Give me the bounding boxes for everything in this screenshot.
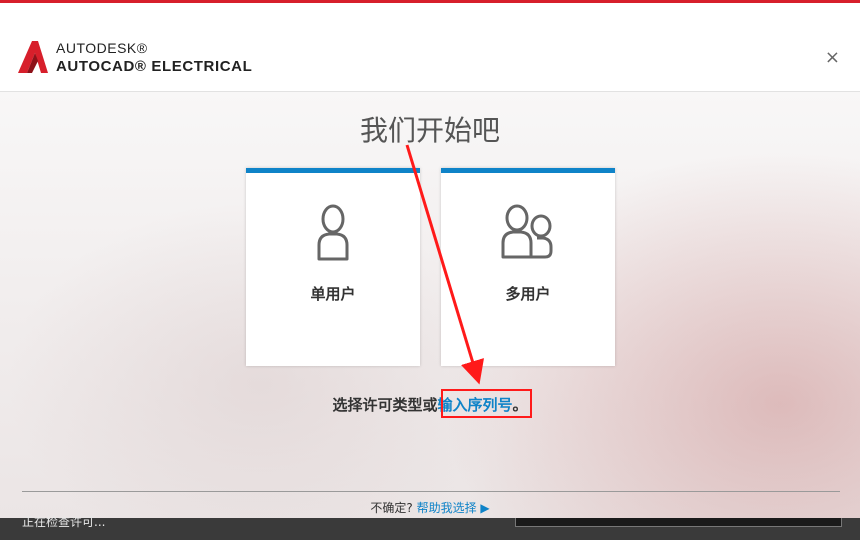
autodesk-logo-icon (18, 41, 48, 73)
multi-user-icon (441, 201, 615, 269)
single-user-label: 单用户 (310, 285, 356, 303)
single-user-card[interactable]: 单用户 (246, 168, 420, 366)
status-progress-box (515, 518, 842, 527)
help-link-label: 帮助我选择 (416, 501, 477, 515)
license-dialog: AUTODESK® AUTOCAD® ELECTRICAL × 我们开始吧 单用… (0, 0, 860, 518)
help-prefix: 不确定? (370, 501, 413, 515)
license-prompt: 选择许可类型或输入序列号。 (0, 394, 860, 415)
play-arrow-icon: ▶ (480, 501, 490, 515)
page-title: 我们开始吧 (359, 114, 500, 147)
multi-user-label: 多用户 (505, 285, 551, 303)
help-me-choose-link[interactable]: 帮助我选择 ▶ (417, 501, 490, 515)
product-name: AUTOCAD® ELECTRICAL (56, 58, 253, 75)
close-button[interactable]: × (825, 49, 840, 67)
brand-autodesk: AUTODESK® (56, 40, 148, 56)
dialog-header: AUTODESK® AUTOCAD® ELECTRICAL × (0, 3, 860, 92)
help-row: 不确定? 帮助我选择 ▶ (0, 499, 860, 516)
annotation-highlight-box (441, 389, 532, 418)
prompt-text: 选择许可类型或 (332, 396, 438, 414)
footer-divider (22, 491, 840, 492)
status-text: 正在检查许可... (22, 515, 106, 529)
multi-user-card[interactable]: 多用户 (441, 168, 615, 366)
single-user-icon (246, 201, 420, 269)
